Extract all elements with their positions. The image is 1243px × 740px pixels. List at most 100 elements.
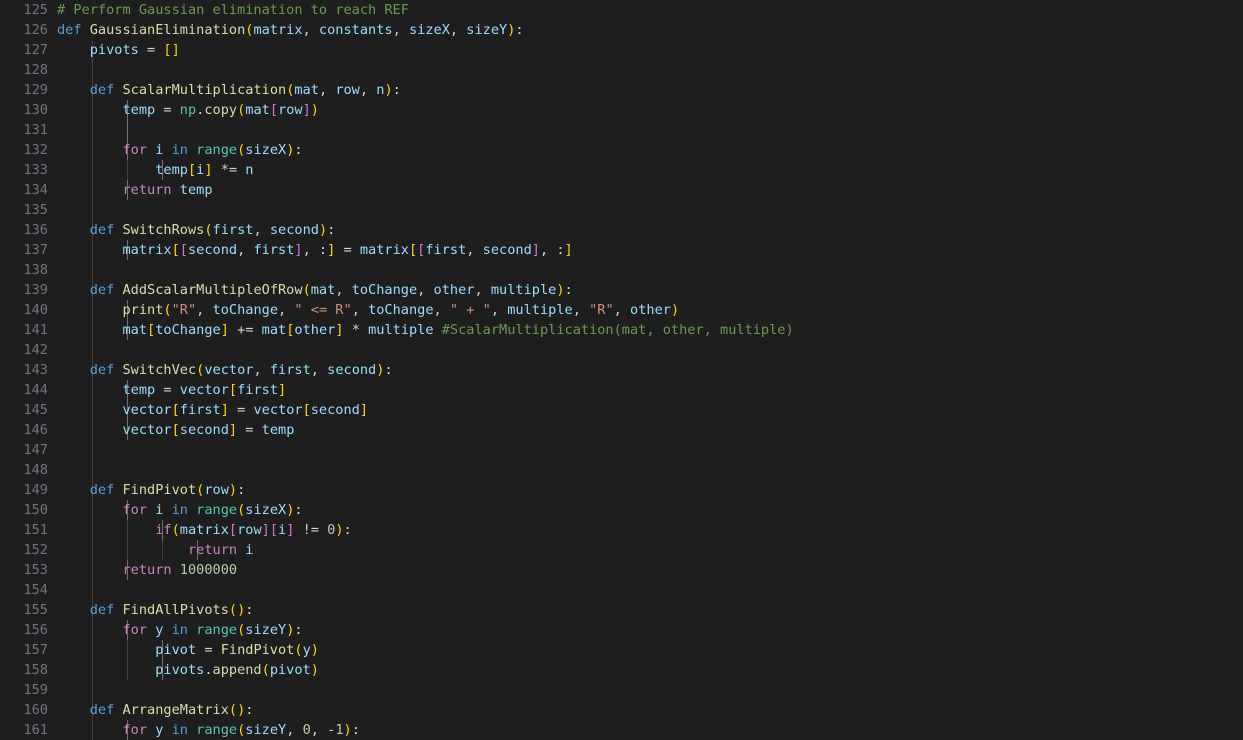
code-token: (): [228, 702, 246, 718]
code-line[interactable]: 139 def AddScalarMultipleOfRow(mat, toCh…: [0, 280, 1243, 300]
code-token: (: [302, 282, 311, 298]
code-line[interactable]: 135: [0, 200, 1243, 220]
code-line[interactable]: 148: [0, 460, 1243, 480]
code-line[interactable]: 156 for y in range(sizeY):: [0, 620, 1243, 640]
code-token: ]: [335, 322, 344, 338]
line-content[interactable]: temp = vector[first]: [57, 380, 286, 400]
code-token: def: [89, 282, 123, 298]
line-content[interactable]: def ScalarMultiplication(mat, row, n):: [57, 80, 401, 100]
code-line[interactable]: 151 if(matrix[row][i] != 0):: [0, 520, 1243, 540]
code-line[interactable]: 125 # Perform Gaussian elimination to rea…: [0, 0, 1243, 20]
code-line[interactable]: 142: [0, 340, 1243, 360]
code-line[interactable]: 161 for y in range(sizeY, 0, -1):: [0, 720, 1243, 740]
code-token: =: [237, 422, 262, 438]
code-token: toChange: [368, 302, 434, 318]
line-number: 150: [23, 502, 48, 518]
line-content[interactable]: vector[first] = vector[second]: [57, 400, 368, 420]
line-content[interactable]: matrix[[second, first], :] = matrix[[fir…: [57, 240, 572, 260]
line-content[interactable]: def SwitchRows(first, second):: [57, 220, 336, 240]
code-line[interactable]: 133 temp[i] *= n: [0, 160, 1243, 180]
code-line[interactable]: 132 for i in range(sizeX):: [0, 140, 1243, 160]
code-token: :: [237, 482, 246, 498]
line-content[interactable]: pivots.append(pivot): [57, 660, 319, 680]
code-line[interactable]: 153 return 1000000: [0, 560, 1243, 580]
line-number: 144: [23, 382, 48, 398]
code-line[interactable]: 146 vector[second] = temp: [0, 420, 1243, 440]
code-line[interactable]: 145 vector[first] = vector[second]: [0, 400, 1243, 420]
code-token: range: [196, 622, 238, 638]
line-content[interactable]: # Perform Gaussian elimination to reach …: [57, 0, 409, 20]
line-content[interactable]: pivot = FindPivot(y): [57, 640, 319, 660]
code-token: second: [482, 242, 532, 258]
code-token: :: [294, 622, 303, 638]
code-line[interactable]: 136 def SwitchRows(first, second):: [0, 220, 1243, 240]
line-content[interactable]: return 1000000: [57, 560, 237, 580]
line-content[interactable]: def SwitchVec(vector, first, second):: [57, 360, 393, 380]
code-token: =: [155, 382, 180, 398]
code-line[interactable]: 149 def FindPivot(row):: [0, 480, 1243, 500]
code-token: y: [302, 642, 311, 658]
line-content[interactable]: for i in range(sizeX):: [57, 500, 302, 520]
line-content[interactable]: def FindPivot(row):: [57, 480, 246, 500]
line-content[interactable]: def GaussianElimination(matrix, constant…: [57, 20, 524, 40]
line-content[interactable]: return temp: [57, 180, 212, 200]
line-number: 152: [23, 542, 48, 558]
line-content[interactable]: pivots = []: [57, 40, 180, 60]
code-line[interactable]: 157 pivot = FindPivot(y): [0, 640, 1243, 660]
code-token: toChange: [155, 322, 221, 338]
line-content[interactable]: for i in range(sizeX):: [57, 140, 303, 160]
code-line[interactable]: 155 def FindAllPivots():: [0, 600, 1243, 620]
code-line[interactable]: 150 for i in range(sizeX):: [0, 500, 1243, 520]
indent-guide: [92, 260, 93, 280]
code-token: :: [294, 142, 303, 158]
code-line[interactable]: 129 def ScalarMultiplication(mat, row, n…: [0, 80, 1243, 100]
code-token: in: [171, 622, 188, 638]
code-line[interactable]: 141 mat[toChange] += mat[other] * multip…: [0, 320, 1243, 340]
code-line[interactable]: 138: [0, 260, 1243, 280]
code-token: ScalarMultiplication: [122, 82, 287, 98]
code-token: ): [318, 222, 328, 238]
code-token: ,: [490, 302, 508, 318]
line-content[interactable]: for y in range(sizeY):: [57, 620, 303, 640]
line-content[interactable]: def ArrangeMatrix():: [57, 700, 254, 720]
line-content[interactable]: for y in range(sizeY, 0, -1):: [57, 720, 359, 740]
code-line[interactable]: 140 print("R", toChange, " <= R", toChan…: [0, 300, 1243, 320]
code-line[interactable]: 159: [0, 680, 1243, 700]
editor-code-area[interactable]: 125 # Perform Gaussian elimination to rea…: [0, 0, 1243, 740]
code-line[interactable]: 154: [0, 580, 1243, 600]
line-content[interactable]: temp = np.copy(mat[row]): [57, 100, 319, 120]
code-line[interactable]: 126 def GaussianElimination(matrix, const…: [0, 20, 1243, 40]
code-editor[interactable]: 125 # Perform Gaussian elimination to rea…: [0, 0, 1243, 740]
line-content[interactable]: def FindAllPivots():: [57, 600, 254, 620]
code-line[interactable]: 158 pivots.append(pivot): [0, 660, 1243, 680]
code-token: in: [171, 142, 188, 158]
line-content[interactable]: def AddScalarMultipleOfRow(mat, toChange…: [57, 280, 573, 300]
line-content[interactable]: print("R", toChange, " <= R", toChange, …: [57, 300, 679, 320]
line-content[interactable]: temp[i] *= n: [57, 160, 253, 180]
code-line[interactable]: 152 return i: [0, 540, 1243, 560]
code-token: :: [245, 602, 254, 618]
code-token: mat: [294, 82, 319, 98]
code-line[interactable]: 147: [0, 440, 1243, 460]
code-line[interactable]: 127 pivots = []: [0, 40, 1243, 60]
line-content[interactable]: vector[second] = temp: [57, 420, 294, 440]
code-line[interactable]: 128: [0, 60, 1243, 80]
code-token: #ScalarMultiplication(mat, other, multip…: [441, 322, 794, 338]
code-line[interactable]: 143 def SwitchVec(vector, first, second)…: [0, 360, 1243, 380]
code-line[interactable]: 137 matrix[[second, first], :] = matrix[…: [0, 240, 1243, 260]
code-line[interactable]: 131: [0, 120, 1243, 140]
code-line[interactable]: 160 def ArrangeMatrix():: [0, 700, 1243, 720]
line-content[interactable]: mat[toChange] += mat[other] * multiple #…: [57, 320, 794, 340]
code-line[interactable]: 130 temp = np.copy(mat[row]): [0, 100, 1243, 120]
line-content[interactable]: return i: [57, 540, 253, 560]
code-line[interactable]: 144 temp = vector[first]: [0, 380, 1243, 400]
line-content[interactable]: if(matrix[row][i] != 0):: [57, 520, 351, 540]
code-token: ,: [392, 22, 409, 38]
code-line[interactable]: 134 return temp: [0, 180, 1243, 200]
